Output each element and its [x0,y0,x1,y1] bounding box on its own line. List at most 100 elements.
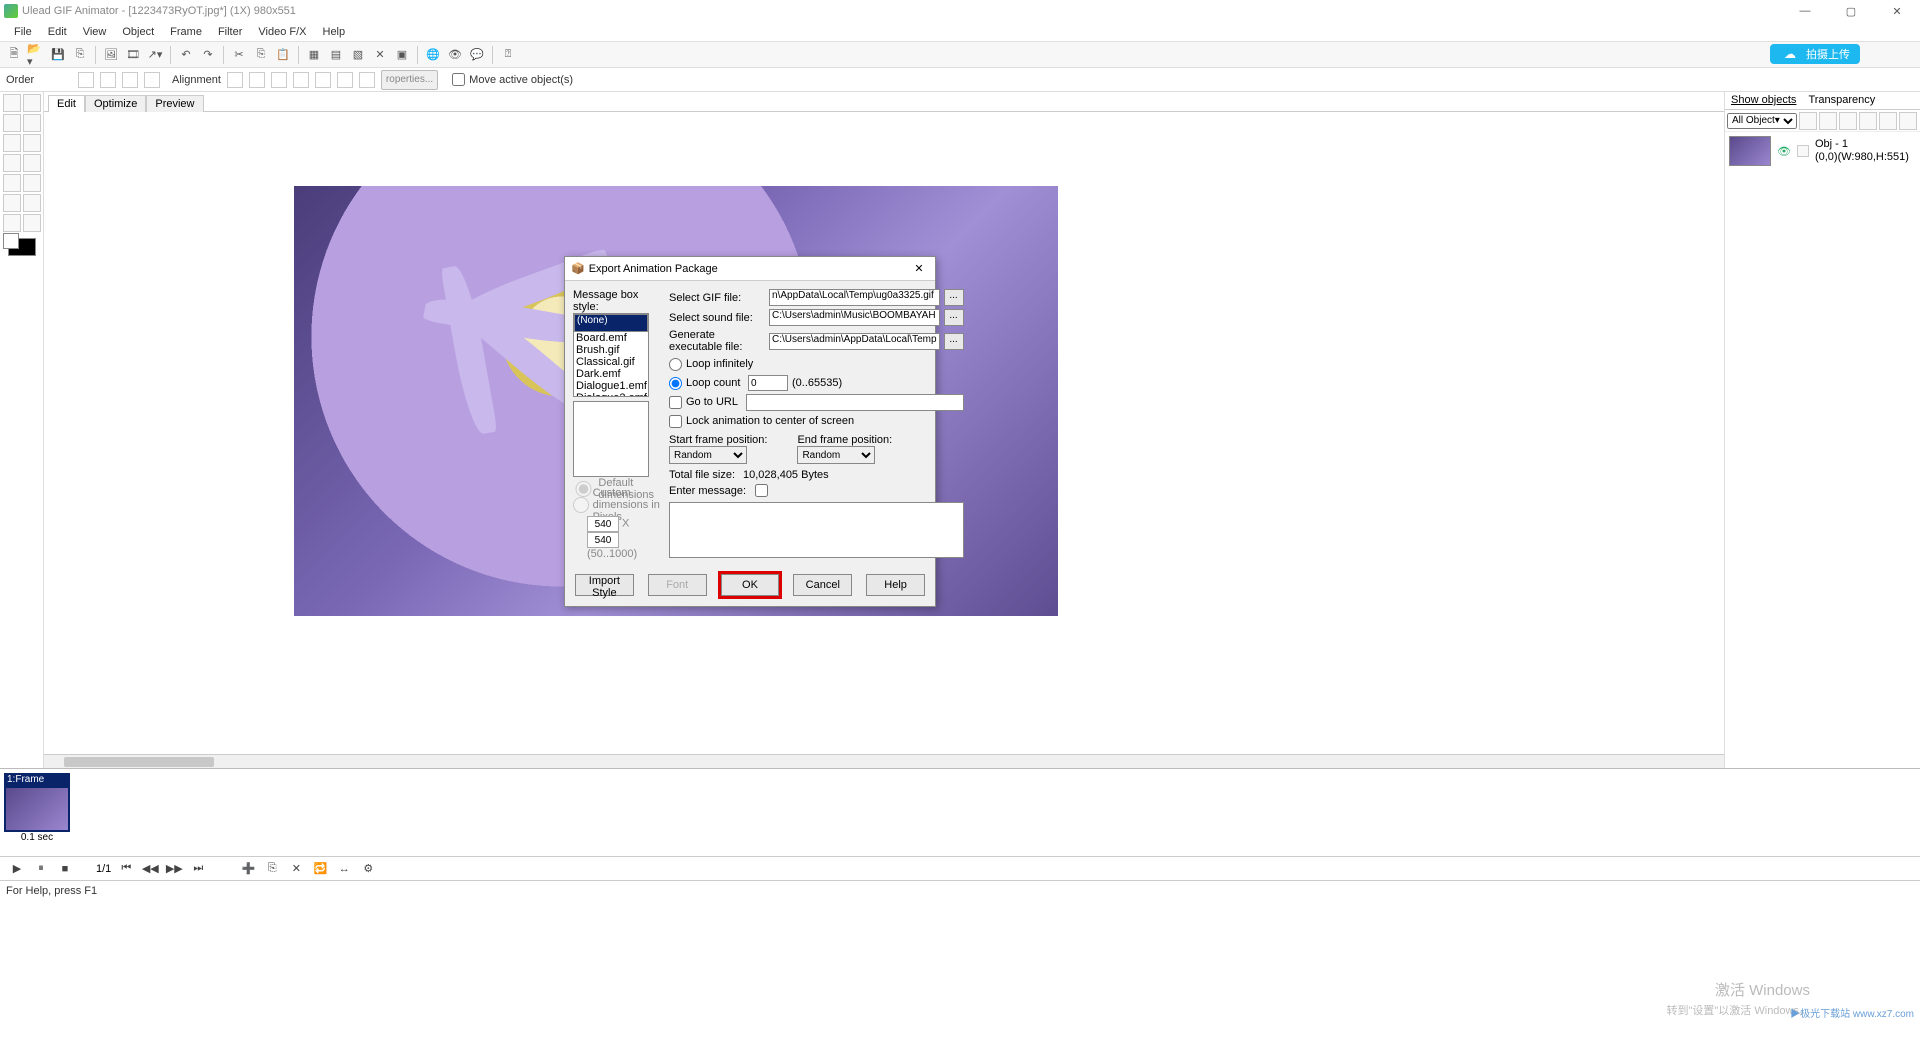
image-icon[interactable]: 🖼 [101,45,121,65]
dialog-titlebar[interactable]: 📦 Export Animation Package ✕ [565,257,935,281]
move-icon[interactable] [23,94,41,112]
enter-msg-check[interactable] [755,484,768,497]
maximize-button[interactable]: ▢ [1828,0,1874,22]
panel-icon-3[interactable] [1839,112,1857,130]
exe-path-input[interactable]: C:\Users\admin\AppData\Local\Temp [769,333,940,350]
order-back-icon[interactable] [122,72,138,88]
play-icon[interactable]: ▶ [8,861,26,877]
properties-button[interactable]: roperties... [381,70,438,90]
lock-center-check[interactable] [669,415,682,428]
style-dialogue2[interactable]: Dialogue2.emf [574,392,648,397]
text-icon[interactable] [3,114,21,132]
zoom-icon[interactable] [23,154,41,172]
props-icon[interactable]: ⚙ [359,861,377,877]
tab-show-objects[interactable]: Show objects [1725,92,1802,109]
move-active-check[interactable]: Move active object(s) [452,72,573,88]
import-style-button[interactable]: Import Style [575,574,634,596]
redo-icon[interactable]: ↷ [198,45,218,65]
align-center-icon[interactable] [249,72,265,88]
panel-icon-5[interactable] [1879,112,1897,130]
zoomin-icon[interactable] [3,214,21,232]
shape-icon[interactable] [23,114,41,132]
copy-icon[interactable]: ⎘ [251,45,271,65]
first-icon[interactable]: ⏮ [117,861,135,877]
align-left-icon[interactable] [227,72,243,88]
cancel-button[interactable]: Cancel [793,574,852,596]
add-frame-icon[interactable]: ➕ [239,861,257,877]
whatsthis-icon[interactable]: ⍰ [498,45,518,65]
eyedrop-icon[interactable] [3,194,21,212]
help-button[interactable]: Help [866,574,925,596]
minimize-button[interactable]: — [1782,0,1828,22]
style-dark[interactable]: Dark.emf [574,368,648,380]
loop-count-input[interactable] [748,375,788,391]
all-objects-select[interactable]: All Object▾ [1727,113,1797,129]
paste-icon[interactable]: 📋 [273,45,293,65]
gif-path-input[interactable]: n\AppData\Local\Temp\ug0a3325.gif [769,289,940,306]
web-icon[interactable]: 🌐 [423,45,443,65]
fill-icon[interactable] [23,174,41,192]
tab-transparency[interactable]: Transparency [1802,92,1881,109]
obj-flag-icon[interactable] [1797,145,1809,157]
message-textbox[interactable] [669,502,964,558]
dim-h-input[interactable] [587,532,619,548]
eye-icon[interactable]: 👁 [1777,145,1791,158]
object-list-item[interactable]: 👁 Obj - 1 (0,0)(W:980,H:551) [1725,132,1920,170]
ok-button[interactable]: OK [721,574,780,596]
style-dialogue1[interactable]: Dialogue1.emf [574,380,648,392]
wand-icon[interactable] [3,154,21,172]
next-icon[interactable]: ▶▶ [165,861,183,877]
crop-icon[interactable] [3,134,21,152]
grid1-icon[interactable]: ▦ [304,45,324,65]
fit-icon[interactable] [23,194,41,212]
stop-icon[interactable]: ■ [56,861,74,877]
align-grid-icon[interactable] [359,72,375,88]
lasso-icon[interactable] [23,134,41,152]
pause-icon[interactable]: ⏸ [32,861,50,877]
frame-1[interactable]: 1:Frame 0.1 sec [4,773,70,843]
menu-frame[interactable]: Frame [162,24,210,40]
grid2-icon[interactable]: ▤ [326,45,346,65]
style-classical[interactable]: Classical.gif [574,356,648,368]
menu-object[interactable]: Object [114,24,162,40]
loop-inf-radio[interactable] [669,358,682,371]
dim-w-input[interactable] [587,516,619,532]
h-scrollbar[interactable] [44,754,1724,768]
gif-browse-button[interactable]: ... [944,289,964,306]
upload-badge[interactable]: ☁ 拍摄上传 [1770,44,1860,64]
align-bottom-icon[interactable] [337,72,353,88]
start-pos-select[interactable]: Random [669,446,747,464]
order-backward-icon[interactable] [144,72,160,88]
menu-file[interactable]: File [6,24,40,40]
align-right-icon[interactable] [271,72,287,88]
style-brush[interactable]: Brush.gif [574,344,648,356]
goto-url-input[interactable] [746,394,964,411]
close-button[interactable]: ✕ [1874,0,1920,22]
sound-path-input[interactable]: C:\Users\admin\Music\BOOMBAYAH [769,309,940,326]
goto-url-check[interactable] [669,396,682,409]
brush-icon[interactable] [3,174,21,192]
last-icon[interactable]: ⏭ [189,861,207,877]
panel-icon-4[interactable] [1859,112,1877,130]
panel-icon-1[interactable] [1799,112,1817,130]
menu-videofx[interactable]: Video F/X [250,24,314,40]
tab-edit[interactable]: Edit [48,95,85,112]
arrow-icon[interactable]: ↗▾ [145,45,165,65]
move-active-checkbox[interactable] [452,73,465,86]
save-icon[interactable]: 💾 [48,45,68,65]
style-board[interactable]: Board.emf [574,332,648,344]
align-top-icon[interactable] [293,72,309,88]
style-listbox[interactable]: (None) Board.emf Brush.gif Classical.gif… [573,313,649,397]
grid5-icon[interactable]: ▣ [392,45,412,65]
del-frame-icon[interactable]: ✕ [287,861,305,877]
menu-edit[interactable]: Edit [40,24,75,40]
menu-view[interactable]: View [75,24,115,40]
menu-filter[interactable]: Filter [210,24,250,40]
order-front-icon[interactable] [78,72,94,88]
grid4-icon[interactable]: ✕ [370,45,390,65]
tween-icon[interactable]: ↔ [335,861,353,877]
undo-icon[interactable]: ↶ [176,45,196,65]
color-swatch[interactable] [8,238,36,256]
grid3-icon[interactable]: ▧ [348,45,368,65]
dup-frame-icon[interactable]: ⎘ [263,861,281,877]
